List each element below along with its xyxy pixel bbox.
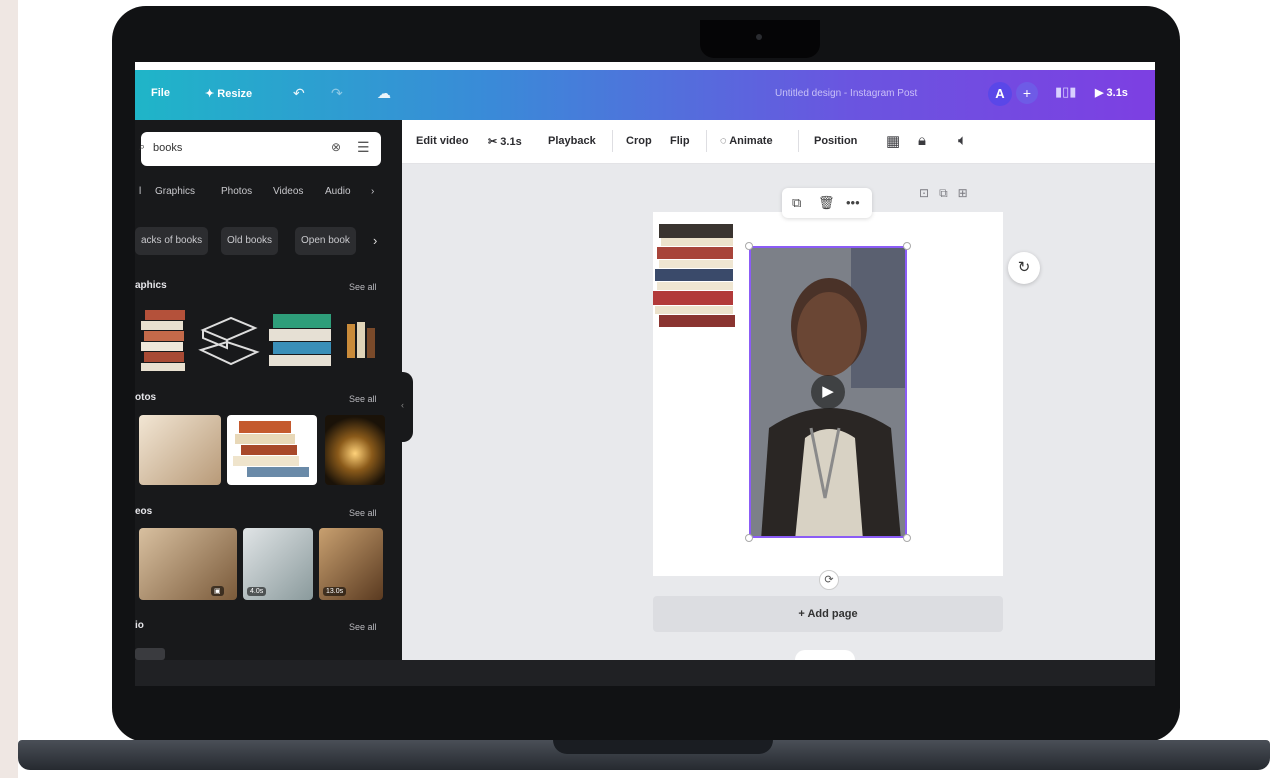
add-collaborator-button[interactable]: + <box>1016 82 1038 104</box>
video-thumb-3[interactable]: 13.0s <box>319 528 383 600</box>
video-thumb-2-duration: 4.0s <box>247 587 267 596</box>
add-page-button[interactable]: + Add page <box>653 596 1003 632</box>
video-thumb-1[interactable]: ▣ <box>139 528 237 600</box>
section-graphics-title: aphics <box>135 280 167 291</box>
chip-old-books[interactable]: Old books <box>221 227 279 255</box>
section-photos-title: otos <box>135 392 157 403</box>
collapse-panel-handle[interactable]: ‹ <box>397 372 413 442</box>
photo-book-stack[interactable] <box>227 415 317 485</box>
audio-item-stub[interactable] <box>135 648 165 660</box>
screen-bezel-bottom <box>135 660 1155 686</box>
resize-button[interactable]: ✦ Resize <box>205 87 252 100</box>
tab-graphics[interactable]: Graphics <box>155 186 195 197</box>
flip-button[interactable]: Flip <box>670 135 690 147</box>
lock-page-icon[interactable]: ⊡ <box>919 186 929 200</box>
photo-glowing-book[interactable] <box>325 415 385 485</box>
edit-video-button[interactable]: Edit video <box>416 135 469 147</box>
chevron-right-icon[interactable]: › <box>371 186 374 197</box>
refresh-design-button[interactable]: ↻ <box>1008 252 1040 284</box>
resize-label: Resize <box>217 88 253 100</box>
elements-panel: ⌕ books ⊗ ☰ l Graphics Photos Videos Aud… <box>135 120 402 660</box>
page-tools: ⊡ ⧉ ⊞ <box>919 186 968 201</box>
graphics-see-all[interactable]: See all <box>349 282 377 292</box>
book-stack-graphic[interactable] <box>653 222 739 330</box>
graphic-book-sketch[interactable] <box>197 306 261 370</box>
transparency-icon[interactable]: ▦ <box>886 132 900 150</box>
audio-see-all[interactable]: See all <box>349 622 377 632</box>
category-tabs: l Graphics Photos Videos Audio › <box>135 186 402 204</box>
section-audio-title: io <box>135 620 144 631</box>
copy-icon[interactable]: ⧉ <box>792 195 801 211</box>
search-icon: ⌕ <box>139 141 146 153</box>
trim-button[interactable]: ✂ 3.1s <box>488 135 522 148</box>
clear-search-icon[interactable]: ⊗ <box>331 140 341 154</box>
video-thumb-1-badge: ▣ <box>211 586 224 596</box>
playback-button[interactable]: Playback <box>548 135 596 147</box>
lock-icon[interactable]: 🔒︎ <box>918 132 926 149</box>
camera-dot <box>756 34 762 40</box>
chip-stacks-of-books[interactable]: acks of books <box>135 227 209 255</box>
resize-handle-sw[interactable] <box>745 534 753 542</box>
undo-icon[interactable]: ↶ <box>293 85 305 102</box>
position-button[interactable]: Position <box>814 135 857 147</box>
search-input[interactable]: ⌕ books ⊗ ☰ <box>139 132 381 166</box>
user-avatar[interactable]: A <box>988 82 1012 106</box>
design-title[interactable]: Untitled design - Instagram Post <box>775 88 917 99</box>
trash-icon[interactable]: 🗑︎ <box>818 195 835 211</box>
graphic-book-stack-red[interactable] <box>139 306 187 372</box>
graphic-books-upright[interactable] <box>345 320 381 360</box>
resize-handle-nw[interactable] <box>745 242 753 250</box>
search-value: books <box>153 142 183 154</box>
toolbar-divider <box>612 130 613 152</box>
insights-icon[interactable]: ▮▯▮ <box>1055 84 1076 100</box>
add-page-icon[interactable]: ⊞ <box>958 186 968 200</box>
editor-header: File ✦ Resize ↶ ↷ ☁ Untitled design - In… <box>135 62 1155 120</box>
header-top-edge <box>135 62 1155 70</box>
book-stack-illustration <box>233 421 309 477</box>
page-navigator-tab[interactable] <box>795 650 855 660</box>
duplicate-page-icon[interactable]: ⧉ <box>939 186 948 200</box>
tab-videos[interactable]: Videos <box>273 186 303 197</box>
rotate-handle[interactable]: ⟳ <box>819 570 839 590</box>
video-play-button[interactable]: ▶ <box>811 375 845 409</box>
tab-all[interactable]: l <box>139 186 141 197</box>
background-strip <box>0 0 18 778</box>
laptop-screen: File ✦ Resize ↶ ↷ ☁ Untitled design - In… <box>135 62 1155 660</box>
file-menu[interactable]: File <box>151 87 170 99</box>
video-thumb-2[interactable]: 4.0s <box>243 528 313 600</box>
laptop-base <box>18 740 1270 770</box>
photo-open-book[interactable] <box>139 415 221 485</box>
element-floating-menu: ⧉ 🗑︎ ••• <box>782 188 872 218</box>
animate-label: Animate <box>729 135 773 147</box>
present-button[interactable]: ▶ 3.1s <box>1095 86 1128 99</box>
crop-button[interactable]: Crop <box>626 135 652 147</box>
trim-duration: 3.1s <box>500 136 522 148</box>
base-notch <box>553 740 773 754</box>
filter-icon[interactable]: ☰ <box>357 139 370 156</box>
chip-open-book[interactable]: Open book <box>295 227 356 255</box>
videos-see-all[interactable]: See all <box>349 508 377 518</box>
animate-button[interactable]: ◌ Animate <box>720 135 773 147</box>
video-thumb-3-duration: 13.0s <box>323 587 347 596</box>
resize-handle-se[interactable] <box>903 534 911 542</box>
section-videos-title: eos <box>135 506 153 517</box>
photos-see-all[interactable]: See all <box>349 394 377 404</box>
redo-icon[interactable]: ↷ <box>331 85 343 102</box>
toolbar-divider <box>798 130 799 152</box>
present-duration: 3.1s <box>1106 87 1128 99</box>
volume-icon[interactable]: 🔈︎ <box>958 132 967 149</box>
chevron-left-icon: ‹ <box>401 400 404 410</box>
tab-audio[interactable]: Audio <box>325 186 351 197</box>
toolbar-divider <box>706 130 707 152</box>
editor-toolbar: Edit video ✂ 3.1s Playback Crop Flip ◌ A… <box>402 120 1155 164</box>
chips-next-icon[interactable]: › <box>373 233 377 248</box>
camera-notch <box>700 20 820 58</box>
cloud-save-icon[interactable]: ☁ <box>377 85 391 102</box>
more-icon[interactable]: ••• <box>846 195 860 210</box>
tab-photos[interactable]: Photos <box>221 186 252 197</box>
resize-handle-ne[interactable] <box>903 242 911 250</box>
suggestion-chips: acks of books Old books Open book › <box>135 227 402 257</box>
graphic-book-stack-green[interactable] <box>267 310 337 368</box>
